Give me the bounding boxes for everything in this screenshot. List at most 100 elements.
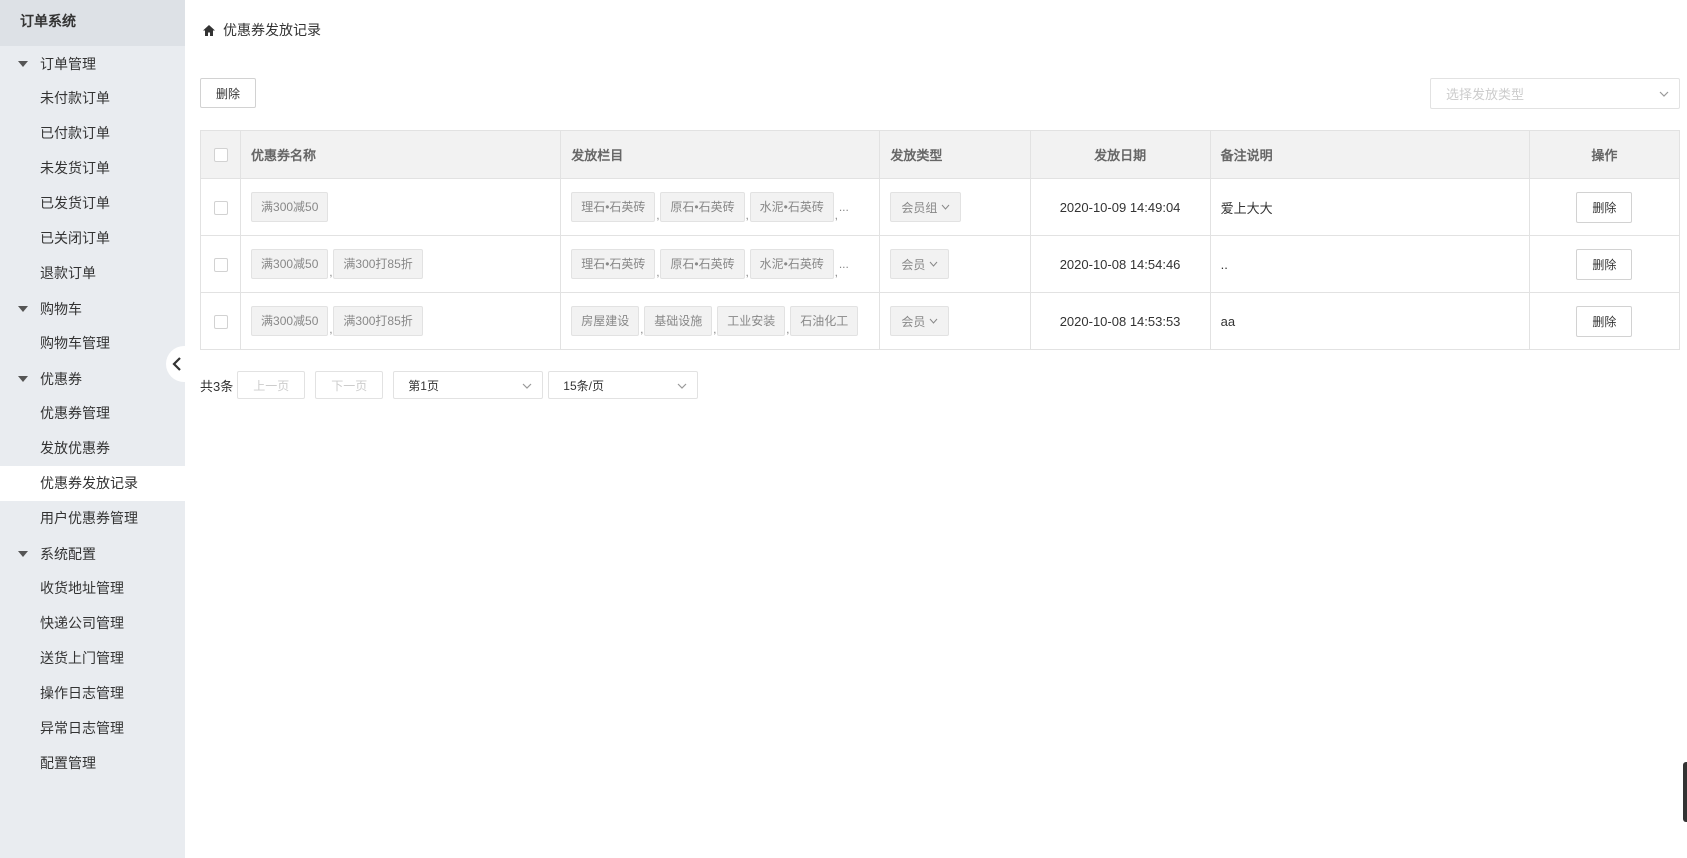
- actions-cell: 删除: [1528, 178, 1681, 236]
- column-tag: 房屋建设: [571, 306, 640, 336]
- column-tag: 工业安装: [717, 306, 786, 336]
- coupon-tag: 满300减50: [251, 192, 329, 222]
- chevron-down-icon: [677, 383, 687, 389]
- breadcrumb: 优惠券发放记录: [202, 20, 321, 40]
- page-size-value: 15条/页: [563, 378, 604, 393]
- sidebar-item-door-delivery-management[interactable]: 送货上门管理: [0, 641, 185, 676]
- row-select-cell: [199, 178, 242, 236]
- actions-cell: 删除: [1528, 235, 1681, 293]
- row-delete-button[interactable]: 删除: [1576, 305, 1633, 337]
- issue-type-cell: 会员: [879, 292, 1031, 350]
- issue-date-cell: 2020-10-08 14:54:46: [1029, 235, 1211, 293]
- chevron-down-icon: [522, 383, 532, 389]
- sidebar-item-unpaid-orders[interactable]: 未付款订单: [0, 81, 185, 116]
- select-all-checkbox[interactable]: [213, 148, 228, 163]
- chevron-down-icon: [930, 318, 938, 324]
- sidebar-item-address-management[interactable]: 收货地址管理: [0, 571, 185, 606]
- table-row: 满300减50,满300打85折 房屋建设,基础设施,工业安装,石油化工 会员 …: [199, 292, 1681, 350]
- issue-type-label: 会员: [901, 257, 926, 272]
- table-row: 满300减50 理石•石英砖,原石•石英砖,水泥•石英砖,... 会员组 202…: [199, 178, 1681, 236]
- nav-group-coupons[interactable]: 优惠券: [0, 361, 185, 396]
- row-select-cell: [199, 235, 242, 293]
- row-checkbox[interactable]: [213, 314, 228, 329]
- sidebar-item-closed-orders[interactable]: 已关闭订单: [0, 221, 185, 256]
- coupon-tag: 满300打85折: [333, 306, 423, 336]
- column-tag: 原石•石英砖: [660, 192, 745, 222]
- col-issue-date: 发放日期: [1029, 130, 1211, 179]
- column-tag: 理石•石英砖: [571, 192, 656, 222]
- note-cell: 爱上大大: [1209, 178, 1530, 236]
- page-select[interactable]: 第1页: [393, 371, 544, 399]
- total-count: 共3条: [200, 378, 234, 394]
- sidebar-item-shipped-orders[interactable]: 已发货订单: [0, 186, 185, 221]
- actions-cell: 删除: [1528, 292, 1681, 350]
- sidebar-item-coupon-management[interactable]: 优惠券管理: [0, 396, 185, 431]
- issue-date-cell: 2020-10-08 14:53:53: [1029, 292, 1211, 350]
- col-issue-type: 发放类型: [879, 130, 1031, 179]
- issue-type-label: 会员: [901, 314, 926, 329]
- prev-page-button[interactable]: 上一页: [237, 371, 306, 399]
- coupon-name-cell: 满300减50,满300打85折: [240, 292, 562, 350]
- window-edge-handle: [1683, 762, 1687, 822]
- column-tag: 原石•石英砖: [660, 249, 745, 279]
- breadcrumb-current: 优惠券发放记录: [223, 22, 321, 38]
- nav-group-label: 优惠券: [40, 370, 82, 387]
- column-tag: 理石•石英砖: [571, 249, 656, 279]
- nav-group-label: 系统配置: [40, 545, 96, 562]
- sidebar-item-exception-log[interactable]: 异常日志管理: [0, 711, 185, 746]
- issue-type-select[interactable]: 选择发放类型: [1430, 78, 1680, 109]
- sidebar: 订单系统 订单管理 未付款订单 已付款订单 未发货订单 已发货订单 已关闭订单 …: [0, 0, 185, 858]
- main-content: 优惠券发放记录 删除 选择发放类型 优惠券名称 发放栏目 发放类型 发放日期 备…: [199, 0, 1687, 858]
- issue-type-tag[interactable]: 会员: [890, 306, 950, 336]
- nav-group-cart[interactable]: 购物车: [0, 291, 185, 326]
- issue-type-cell: 会员组: [879, 178, 1031, 236]
- sidebar-item-cart-management[interactable]: 购物车管理: [0, 326, 185, 361]
- sidebar-item-issue-coupon[interactable]: 发放优惠券: [0, 431, 185, 466]
- sidebar-item-paid-orders[interactable]: 已付款订单: [0, 116, 185, 151]
- sidebar-item-user-coupon-management[interactable]: 用户优惠券管理: [0, 501, 185, 536]
- sidebar-item-refund-orders[interactable]: 退款订单: [0, 256, 185, 291]
- col-coupon-name: 优惠券名称: [240, 130, 562, 179]
- issue-columns-cell: 理石•石英砖,原石•石英砖,水泥•石英砖,...: [560, 235, 881, 293]
- caret-down-icon: [18, 550, 28, 557]
- row-checkbox[interactable]: [213, 200, 228, 215]
- nav-group-orders[interactable]: 订单管理: [0, 46, 185, 81]
- issue-type-placeholder: 选择发放类型: [1446, 87, 1525, 102]
- more-columns-ellipsis: ...: [838, 200, 849, 214]
- column-tag: 石油化工: [790, 306, 859, 336]
- caret-down-icon: [18, 375, 28, 382]
- bulk-delete-button[interactable]: 删除: [200, 78, 256, 108]
- sidebar-item-courier-management[interactable]: 快递公司管理: [0, 606, 185, 641]
- row-delete-button[interactable]: 删除: [1576, 191, 1633, 223]
- home-icon[interactable]: [202, 24, 216, 37]
- issue-type-label: 会员组: [901, 200, 938, 215]
- issue-records-table: 优惠券名称 发放栏目 发放类型 发放日期 备注说明 操作 满300减50 理石•…: [199, 130, 1681, 350]
- chevron-left-icon: [172, 357, 181, 371]
- note-cell: aa: [1209, 292, 1530, 350]
- col-issue-columns: 发放栏目: [560, 130, 881, 179]
- page-size-select[interactable]: 15条/页: [548, 371, 699, 399]
- issue-type-tag[interactable]: 会员: [890, 249, 950, 279]
- col-actions: 操作: [1528, 130, 1681, 179]
- sidebar-item-config-management[interactable]: 配置管理: [0, 746, 185, 781]
- row-delete-button[interactable]: 删除: [1576, 248, 1633, 280]
- issue-columns-cell: 理石•石英砖,原石•石英砖,水泥•石英砖,...: [560, 178, 881, 236]
- sidebar-item-unshipped-orders[interactable]: 未发货订单: [0, 151, 185, 186]
- page-select-value: 第1页: [408, 378, 439, 393]
- coupon-name-cell: 满300减50: [240, 178, 562, 236]
- sidebar-item-coupon-issue-records[interactable]: 优惠券发放记录: [0, 466, 185, 501]
- next-page-button[interactable]: 下一页: [315, 371, 384, 399]
- more-columns-ellipsis: ...: [838, 257, 849, 271]
- row-checkbox[interactable]: [213, 257, 228, 272]
- coupon-name-cell: 满300减50,满300打85折: [240, 235, 562, 293]
- select-all-cell: [199, 130, 242, 179]
- coupon-tag: 满300打85折: [333, 249, 423, 279]
- col-note: 备注说明: [1209, 130, 1530, 179]
- chevron-down-icon: [942, 204, 950, 210]
- pagination: 共3条 上一页 下一页 第1页 15条/页: [200, 371, 703, 399]
- sidebar-item-operation-log[interactable]: 操作日志管理: [0, 676, 185, 711]
- app-title: 订单系统: [0, 0, 185, 46]
- nav-group-system-config[interactable]: 系统配置: [0, 536, 185, 571]
- issue-type-tag[interactable]: 会员组: [890, 192, 962, 222]
- column-tag: 水泥•石英砖: [749, 192, 834, 222]
